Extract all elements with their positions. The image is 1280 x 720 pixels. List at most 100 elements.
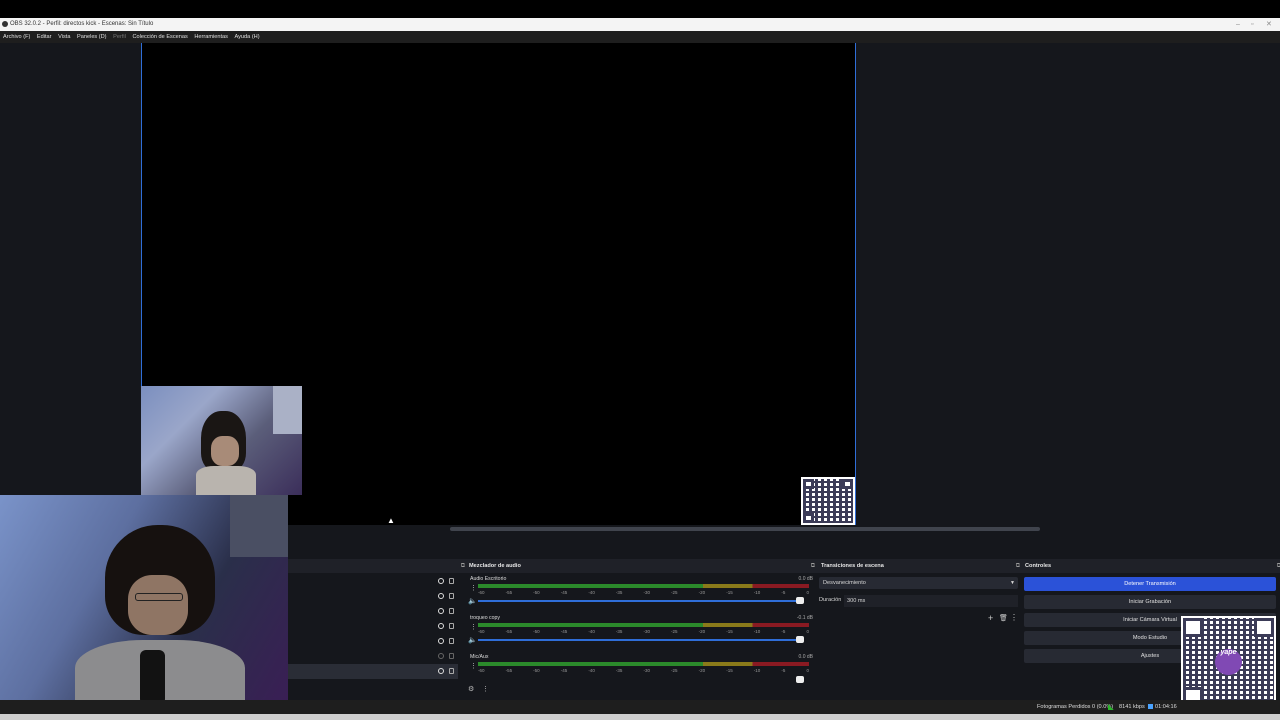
speaker-icon[interactable]: 🔈	[468, 636, 477, 644]
menu-editar[interactable]: Editar	[37, 34, 52, 40]
menu-herramientas[interactable]: Herramientas	[194, 34, 228, 40]
preview-scroll-thumb[interactable]	[450, 527, 1040, 531]
mixer-title: Mezclador de audio	[469, 563, 521, 569]
channel-name: Mic/Aux	[470, 654, 489, 660]
transition-select[interactable]: Desvanecimiento ▼	[819, 577, 1018, 589]
mouse-cursor-icon: ▲	[387, 516, 395, 525]
controls-dock-header: Controles ⧉	[1021, 559, 1280, 573]
menu-archivo[interactable]: Archivo (F)	[3, 34, 30, 40]
controls-title: Controles	[1025, 563, 1052, 569]
lock-icon[interactable]	[449, 593, 454, 599]
mixer-dock-header: Mezclador de audio ⧉	[465, 559, 818, 573]
bitrate: 8141 kbps	[1119, 704, 1145, 710]
person-face	[128, 575, 188, 635]
webcam-overlay-large	[0, 495, 288, 708]
channel-menu-icon[interactable]: ⋮	[470, 662, 477, 670]
mixer-channel: troqueo copy -0.1 dB ⋮ -60 -55 -50 -45 -40 -3…	[468, 615, 813, 655]
lock-icon[interactable]	[449, 608, 454, 614]
volume-fader-knob[interactable]	[796, 597, 804, 604]
qr-pattern	[803, 479, 853, 523]
mixer-settings-icon[interactable]: ⚙	[468, 685, 474, 693]
meter-scale: -60 -55 -50 -45 -40 -35 -30 -25 -20 -15 -10 -5 0	[478, 590, 809, 595]
mixer-menu-icon[interactable]: ⋮	[482, 685, 489, 693]
source-row[interactable]	[288, 634, 458, 649]
channel-name: Audio Escritorio	[470, 576, 507, 582]
glasses	[135, 593, 183, 601]
meter-scale: -60 -55 -50 -45 -40 -35 -30 -25 -20 -15 -10 -5 0	[478, 629, 809, 634]
source-row[interactable]	[288, 574, 458, 589]
yape-logo: yape	[1214, 648, 1243, 676]
menu-perfil[interactable]: Perfil	[113, 34, 126, 40]
visibility-eye-icon[interactable]	[438, 653, 444, 659]
speaker-icon[interactable]: 🔈	[468, 597, 477, 605]
source-row-selected[interactable]	[288, 664, 458, 679]
lock-icon[interactable]	[449, 668, 454, 674]
source-row[interactable]	[288, 649, 458, 664]
window-background	[230, 495, 288, 557]
mixer-channel: Audio Escritorio 0.0 dB ⋮ -60 -55 -50 -45 -4…	[468, 576, 813, 616]
trash-icon[interactable]: 🗑	[999, 614, 1008, 622]
stream-status-icon	[1148, 704, 1153, 709]
qr-pattern: yape	[1183, 618, 1274, 706]
start-recording-button[interactable]: Iniciar Grabación	[1024, 595, 1276, 609]
minimize-button[interactable]: –	[1236, 18, 1240, 31]
window-titlebar: OBS 32.0.2 - Perfil: directos kick - Esc…	[0, 18, 1280, 31]
source-row[interactable]	[288, 604, 458, 619]
duration-spinbox[interactable]: 300 ms	[844, 595, 1018, 607]
stream-time: 01:04:16	[1155, 704, 1177, 710]
meter-scale: -60 -55 -50 -45 -40 -35 -30 -25 -20 -15 -10 -5 0	[478, 668, 809, 673]
microphone	[140, 650, 165, 705]
taskbar-strip	[0, 714, 1280, 720]
person-face	[211, 436, 239, 466]
channel-menu-icon[interactable]: ⋮	[470, 584, 477, 592]
lock-icon[interactable]	[449, 638, 454, 644]
obs-app-icon	[2, 21, 8, 27]
float-dock-icon[interactable]: ⧉	[811, 559, 815, 573]
visibility-eye-icon[interactable]	[438, 578, 444, 584]
menu-ayuda[interactable]: Ayuda (H)	[235, 34, 260, 40]
volume-meter	[478, 584, 809, 588]
person-shirt	[196, 466, 256, 495]
window-title: OBS 32.0.2 - Perfil: directos kick - Esc…	[10, 21, 154, 27]
lock-icon[interactable]	[449, 578, 454, 584]
menu-coleccion-escenas[interactable]: Colección de Escenas	[132, 34, 187, 40]
channel-menu-icon[interactable]: ⋮	[470, 623, 477, 631]
dropped-frames: Fotogramas Perdidos 0 (0.0%)	[1037, 704, 1114, 710]
source-row[interactable]	[288, 589, 458, 604]
status-bar: Fotogramas Perdidos 0 (0.0%) 8141 kbps 0…	[0, 700, 1280, 714]
sources-dock-header: ⧉	[288, 559, 468, 573]
mixer-channel: Mic/Aux 0.0 dB ⋮ -60 -55 -50 -45 -40 -35 -30 -2…	[468, 654, 813, 694]
add-transition-icon[interactable]: +	[988, 613, 993, 623]
volume-fader[interactable]	[478, 600, 798, 602]
volume-fader[interactable]	[478, 639, 798, 641]
float-dock-icon[interactable]: ⧉	[1016, 559, 1020, 573]
lock-icon[interactable]	[449, 653, 454, 659]
menu-paneles[interactable]: Paneles (D)	[77, 34, 107, 40]
duration-label: Duración	[819, 597, 842, 603]
visibility-eye-icon[interactable]	[438, 638, 444, 644]
webcam-source-small[interactable]	[141, 386, 302, 495]
dock-area: ⧉ Mezclador de audio ⧉ Audio Escritorio …	[288, 559, 1280, 700]
menu-bar: Archivo (F) Editar Vista Paneles (D) Per…	[0, 31, 1280, 43]
qr-code-overlay: yape	[1181, 616, 1276, 708]
transition-menu-icon[interactable]: ⋮	[1010, 613, 1018, 622]
visibility-eye-icon[interactable]	[438, 668, 444, 674]
close-button[interactable]: ✕	[1266, 18, 1272, 31]
volume-meter	[478, 623, 809, 627]
channel-db: 0.0 dB	[798, 654, 813, 660]
channel-db: -0.1 dB	[796, 615, 813, 621]
lock-icon[interactable]	[449, 623, 454, 629]
signal-strength-icon	[1108, 704, 1114, 710]
visibility-eye-icon[interactable]	[438, 593, 444, 599]
chevron-down-icon: ▼	[1010, 580, 1015, 586]
maximize-button[interactable]: ▫	[1251, 18, 1253, 31]
channel-db: 0.0 dB	[798, 576, 813, 582]
menu-vista[interactable]: Vista	[58, 34, 70, 40]
visibility-eye-icon[interactable]	[438, 608, 444, 614]
visibility-eye-icon[interactable]	[438, 623, 444, 629]
volume-fader-knob[interactable]	[796, 636, 804, 643]
volume-fader-knob[interactable]	[796, 676, 804, 683]
stop-streaming-button[interactable]: Detener Transmisión	[1024, 577, 1276, 591]
source-row[interactable]	[288, 619, 458, 634]
qr-code-source[interactable]	[801, 477, 855, 525]
